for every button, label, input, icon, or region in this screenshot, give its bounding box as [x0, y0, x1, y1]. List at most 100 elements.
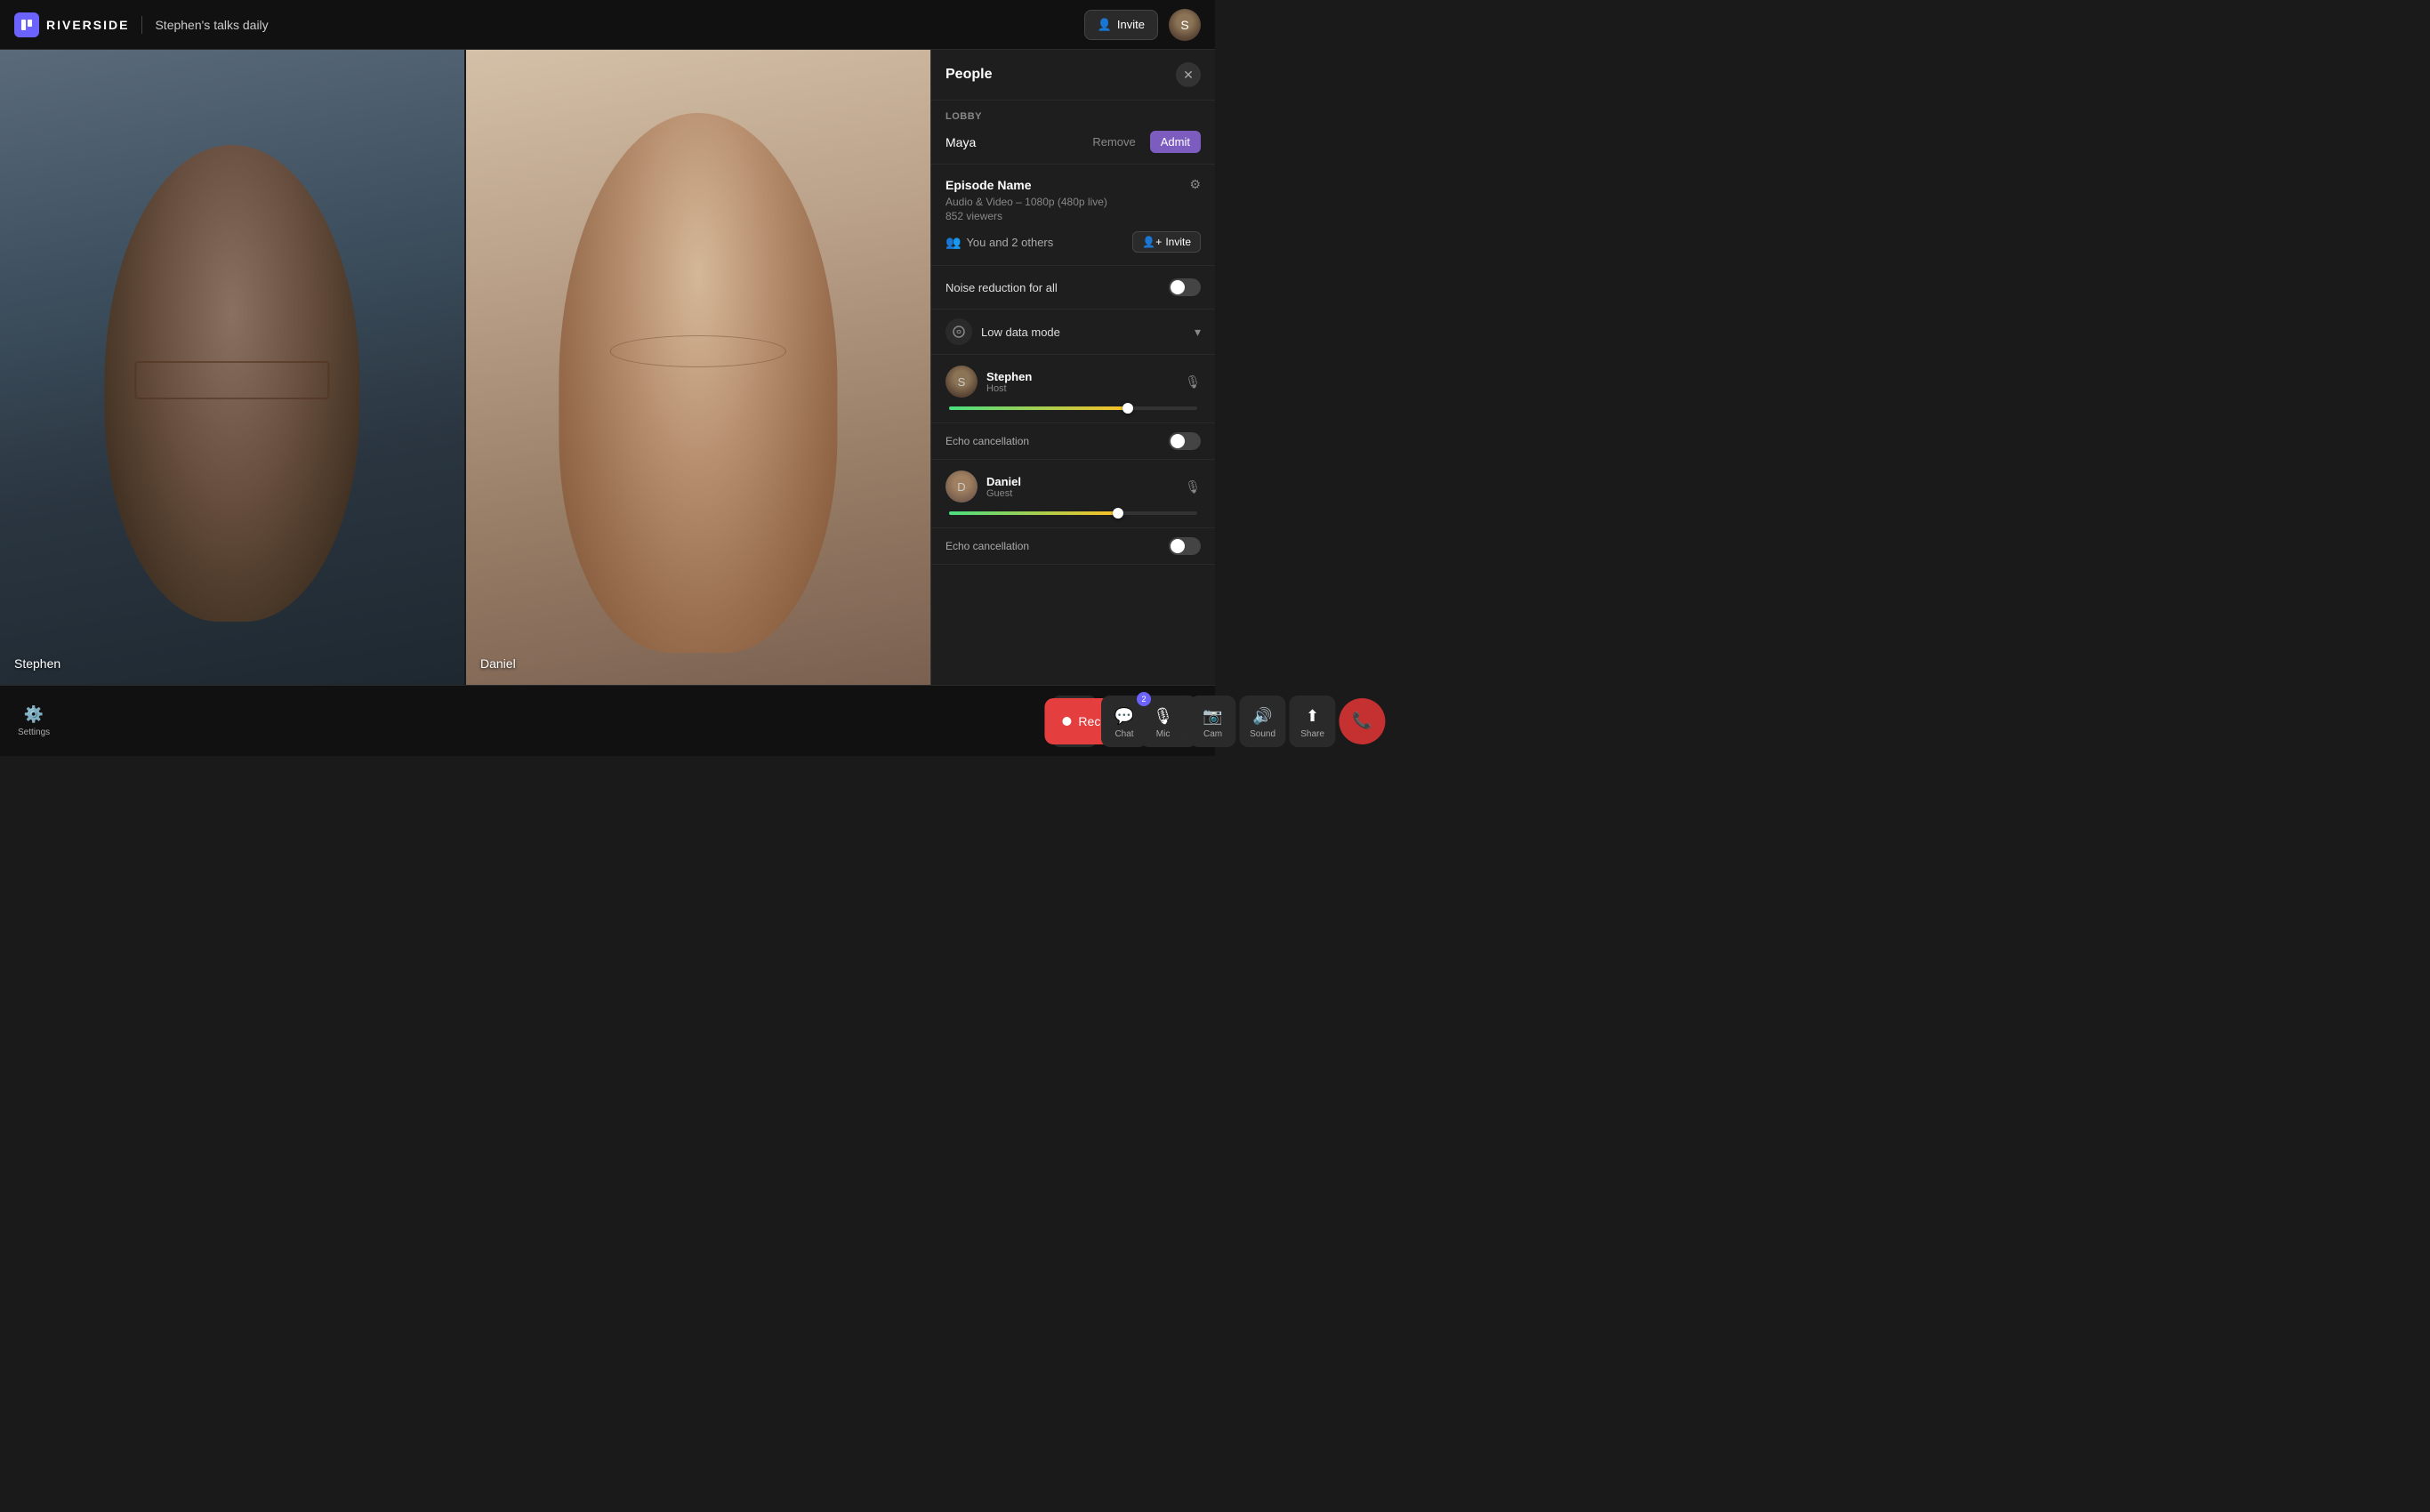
- episode-viewers: 852 viewers: [945, 210, 1201, 222]
- record-dot: [1062, 717, 1071, 726]
- echo-row-stephen: Echo cancellation: [931, 423, 1215, 460]
- cam-button[interactable]: 📷 Cam: [1190, 696, 1236, 747]
- lobby-person-row: Maya Remove Admit: [945, 131, 1201, 153]
- invite-icon: 👤: [1098, 18, 1112, 32]
- settings-button[interactable]: ⚙️ Settings: [18, 705, 50, 737]
- logo-icon: [14, 12, 39, 37]
- lobby-actions: Remove Admit: [1085, 131, 1201, 153]
- echo-label-daniel: Echo cancellation: [945, 540, 1029, 552]
- low-data-label: Low data mode: [981, 326, 1060, 339]
- invite-participants-button[interactable]: 👤+ Invite: [1132, 231, 1201, 253]
- daniel-info: Daniel Guest: [986, 475, 1176, 499]
- low-data-mode-row[interactable]: Low data mode ▾: [931, 310, 1215, 355]
- daniel-volume-fill: [949, 511, 1118, 515]
- person-entry-daniel: D Daniel Guest 🎙: [931, 460, 1215, 528]
- chat-label: Chat: [1114, 729, 1133, 739]
- daniel-avatar: D: [945, 470, 978, 503]
- main-content: Stephen Daniel People ✕ Lobby: [0, 50, 1215, 685]
- stephen-name: Stephen: [986, 370, 1176, 383]
- noise-reduction-label: Noise reduction for all: [945, 281, 1058, 294]
- invite-label: Invite: [1117, 18, 1145, 31]
- remove-button[interactable]: Remove: [1085, 131, 1142, 153]
- echo-toggle-stephen[interactable]: [1169, 432, 1201, 450]
- user-avatar[interactable]: S: [1169, 9, 1201, 41]
- volume-thumb[interactable]: [1122, 403, 1133, 414]
- video-placeholder-right: [466, 50, 930, 685]
- daniel-volume-thumb[interactable]: [1113, 508, 1123, 519]
- daniel-mic-icon[interactable]: 🎙: [1185, 479, 1201, 495]
- echo-toggle-daniel-knob: [1171, 539, 1185, 553]
- cam-icon: 📷: [1203, 707, 1222, 726]
- sound-label: Sound: [1250, 729, 1275, 739]
- share-label: Share: [1300, 729, 1324, 739]
- chat-badge: 2: [1137, 692, 1151, 706]
- noise-reduction-toggle[interactable]: [1169, 278, 1201, 296]
- volume-fill: [949, 406, 1128, 410]
- person-entry-stephen: S Stephen Host 🎙: [931, 355, 1215, 423]
- video-label-left: Stephen: [14, 656, 60, 671]
- header-divider: [141, 16, 142, 34]
- daniel-volume-track: [949, 511, 1197, 515]
- episode-header: Episode Name ⚙: [945, 177, 1201, 192]
- stephen-volume-slider[interactable]: [949, 406, 1197, 412]
- header-right: 👤 Invite S: [1084, 9, 1201, 41]
- leave-button[interactable]: 📞: [1340, 698, 1386, 744]
- invite-small-label: Invite: [1165, 236, 1191, 248]
- logo: RIVERSIDE: [14, 12, 129, 37]
- daniel-role: Guest: [986, 488, 1176, 499]
- people-panel: People ✕ Lobby Maya Remove Admit Episode…: [930, 50, 1215, 685]
- leave-icon: 📞: [1352, 712, 1372, 730]
- mic-icon: 🎙: [1153, 707, 1173, 726]
- person-header-stephen: S Stephen Host 🎙: [945, 366, 1201, 398]
- stephen-role: Host: [986, 383, 1176, 394]
- share-button[interactable]: ⬆ Share: [1290, 696, 1336, 747]
- sound-icon: 🔊: [1252, 707, 1272, 726]
- header: RIVERSIDE Stephen's talks daily 👤 Invite…: [0, 0, 1215, 50]
- lobby-section: Lobby Maya Remove Admit: [931, 101, 1215, 165]
- participants-info: 👥 You and 2 others: [945, 235, 1053, 250]
- episode-quality: Audio & Video – 1080p (480p live): [945, 196, 1201, 208]
- chevron-down-icon: ▾: [1195, 325, 1201, 340]
- panel-title: People: [945, 67, 992, 83]
- echo-toggle-knob: [1171, 434, 1185, 448]
- bottom-center-controls: Record 🎙 Mic 📷 Cam 🔊 Sound ⬆ Share 📞: [1044, 696, 1385, 747]
- stephen-avatar: S: [945, 366, 978, 398]
- settings-gear-icon: ⚙️: [24, 705, 44, 724]
- daniel-name: Daniel: [986, 475, 1176, 488]
- panel-content: Lobby Maya Remove Admit Episode Name ⚙ A…: [931, 101, 1215, 685]
- stephen-mic-icon[interactable]: 🎙: [1185, 374, 1201, 390]
- low-data-left: Low data mode: [945, 318, 1060, 345]
- video-placeholder-left: [0, 50, 464, 685]
- daniel-volume-slider[interactable]: [949, 511, 1197, 517]
- admit-button[interactable]: Admit: [1150, 131, 1201, 153]
- lobby-person-name: Maya: [945, 135, 976, 149]
- sound-button[interactable]: 🔊 Sound: [1240, 696, 1286, 747]
- invite-small-icon: 👤+: [1142, 236, 1162, 248]
- echo-toggle-daniel[interactable]: [1169, 537, 1201, 555]
- low-data-icon: [945, 318, 972, 345]
- lobby-label: Lobby: [945, 111, 1201, 122]
- app-name: RIVERSIDE: [46, 18, 129, 32]
- video-label-right: Daniel: [480, 656, 516, 671]
- video-area: Stephen Daniel: [0, 50, 930, 685]
- toggle-knob: [1171, 280, 1185, 294]
- person-header-daniel: D Daniel Guest 🎙: [945, 470, 1201, 503]
- stephen-info: Stephen Host: [986, 370, 1176, 394]
- participants-text: You and 2 others: [966, 236, 1053, 249]
- share-icon: ⬆: [1306, 707, 1319, 726]
- invite-button[interactable]: 👤 Invite: [1084, 10, 1158, 40]
- bottom-bar: ⚙️ Settings Record 🎙 Mic 📷 Cam 🔊 Sound ⬆…: [0, 685, 1215, 756]
- volume-track: [949, 406, 1197, 410]
- chat-icon: 💬: [1114, 707, 1134, 726]
- chat-wrapper: 💬 Chat 2: [1101, 696, 1147, 747]
- participants-row: 👥 You and 2 others 👤+ Invite: [945, 231, 1201, 253]
- settings-label: Settings: [18, 728, 50, 737]
- mic-label: Mic: [1156, 729, 1171, 739]
- close-panel-button[interactable]: ✕: [1176, 62, 1201, 87]
- echo-row-daniel: Echo cancellation: [931, 528, 1215, 565]
- panel-header: People ✕: [931, 50, 1215, 101]
- echo-label-stephen: Echo cancellation: [945, 435, 1029, 447]
- session-title: Stephen's talks daily: [155, 18, 268, 32]
- episode-name: Episode Name: [945, 178, 1031, 192]
- settings-icon[interactable]: ⚙: [1189, 177, 1201, 192]
